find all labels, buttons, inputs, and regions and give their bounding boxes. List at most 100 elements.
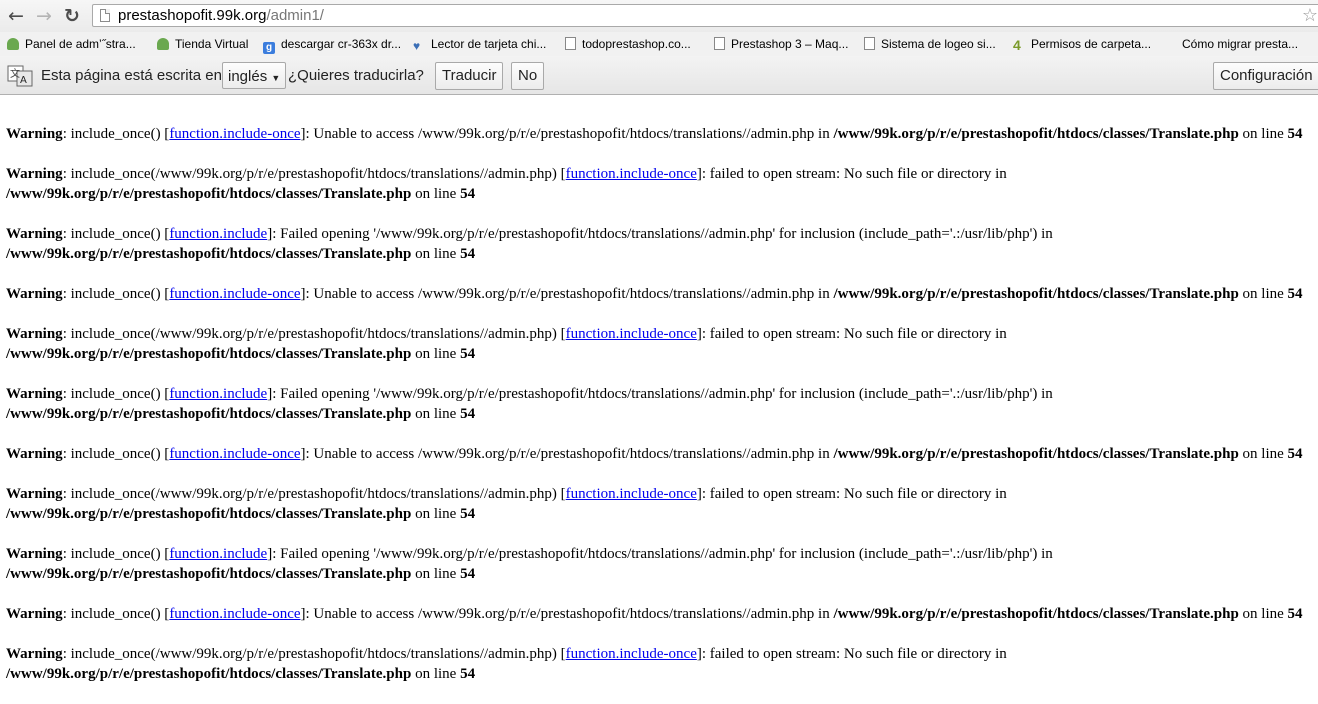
language-select[interactable]: inglés ▼ [222, 62, 287, 89]
bookmark-permisos-carpeta[interactable]: 4 Permisos de carpeta... [1013, 35, 1151, 53]
bookmark-descargar[interactable]: g descargar cr-363x dr... [263, 35, 402, 54]
url-text[interactable]: prestashopofit.99k.org/admin1/ [118, 7, 324, 24]
file-path: /www/99k.org/p/r/e/prestashopofit/htdocs… [6, 406, 412, 422]
line-number: 54 [460, 186, 476, 202]
warning-text: ]: Unable to access /www/99k.org/p/r/e/p… [300, 286, 834, 302]
doc-link[interactable]: function.include-once [169, 286, 300, 302]
doc-link[interactable]: function.include-once [566, 486, 697, 502]
translate-icon: 文 A [7, 65, 33, 87]
bookmark-star-icon[interactable]: ☆ [1302, 5, 1318, 26]
reload-button[interactable]: ↻ [60, 4, 84, 28]
warning-text: : include_once(/www/99k.org/p/r/e/presta… [62, 486, 566, 502]
bookmark-prestashop-3[interactable]: Prestashop 3 – Maq... [714, 35, 848, 53]
warning-text: ]: failed to open stream: No such file o… [696, 166, 1007, 182]
warning-text: : include_once() [ [62, 546, 170, 562]
warning-text: : include_once() [ [62, 386, 170, 402]
page-icon [565, 37, 576, 50]
settings-label: Configuración [1220, 67, 1313, 84]
no-translate-button[interactable]: No [511, 62, 545, 90]
bookmark-como-migrar[interactable]: Cómo migrar presta... [1182, 35, 1298, 53]
bookmark-label: Cómo migrar presta... [1182, 37, 1299, 51]
file-path: /www/99k.org/p/r/e/prestashopofit/htdocs… [833, 446, 1239, 462]
warning-label: Warning [6, 546, 63, 562]
prestashop-icon [157, 38, 169, 50]
translate-button[interactable]: Traducir [435, 62, 504, 90]
forward-arrow-icon: → [36, 5, 52, 27]
page-icon [864, 37, 875, 50]
page-content: Warning: include_once() [function.includ… [6, 124, 1318, 704]
warning-message: Warning: include_once(/www/99k.org/p/r/e… [6, 644, 1318, 684]
file-path: /www/99k.org/p/r/e/prestashopofit/htdocs… [833, 126, 1239, 142]
warning-text: : include_once(/www/99k.org/p/r/e/presta… [62, 646, 566, 662]
doc-link[interactable]: function.include-once [566, 166, 697, 182]
doc-link[interactable]: function.include [169, 546, 267, 562]
on-line-text: on line [411, 186, 461, 202]
forward-button[interactable]: → [32, 4, 56, 28]
bookmark-tienda-virtual[interactable]: Tienda Virtual [157, 35, 248, 53]
warning-text: ]: Failed opening '/www/99k.org/p/r/e/pr… [267, 386, 1053, 402]
browser-chrome: ← → ↻ prestashopofit.99k.org/admin1/ ☆ P… [0, 0, 1318, 95]
line-number: 54 [1287, 286, 1303, 302]
doc-link[interactable]: function.include-once [566, 326, 697, 342]
doc-link[interactable]: function.include-once [169, 126, 300, 142]
bookmark-label: Panel de adm’˝stra... [25, 37, 136, 51]
doc-link[interactable]: function.include-once [566, 646, 697, 662]
file-path: /www/99k.org/p/r/e/prestashopofit/htdocs… [6, 566, 412, 582]
url-path: /admin1/ [266, 7, 324, 24]
back-arrow-icon: ← [8, 5, 24, 27]
on-line-text: on line [1238, 606, 1288, 622]
file-path: /www/99k.org/p/r/e/prestashopofit/htdocs… [6, 346, 412, 362]
bookmark-panel-admin[interactable]: Panel de adm’˝stra... [7, 35, 136, 53]
file-path: /www/99k.org/p/r/e/prestashopofit/htdocs… [6, 506, 412, 522]
warning-label: Warning [6, 646, 63, 662]
doc-link[interactable]: function.include-once [169, 446, 300, 462]
address-bar[interactable]: prestashopofit.99k.org/admin1/ ☆ [92, 4, 1318, 27]
doc-link[interactable]: function.include [169, 386, 267, 402]
warning-message: Warning: include_once() [function.includ… [6, 124, 1318, 144]
warning-label: Warning [6, 226, 63, 242]
url-host: prestashopofit.99k.org [118, 7, 267, 24]
warning-label: Warning [6, 486, 63, 502]
bookmark-label: Sistema de logeo si... [881, 37, 996, 51]
bookmark-sistema-logeo[interactable]: Sistema de logeo si... [864, 35, 996, 53]
line-number: 54 [460, 406, 476, 422]
four-icon: 4 [1013, 37, 1021, 53]
warning-text: ]: Unable to access /www/99k.org/p/r/e/p… [300, 126, 834, 142]
heart-icon: ♥ [413, 39, 421, 53]
page-icon [100, 9, 110, 22]
warning-text: ]: failed to open stream: No such file o… [696, 646, 1007, 662]
doc-link[interactable]: function.include-once [169, 606, 300, 622]
dropdown-arrow-icon: ▼ [271, 73, 281, 83]
warning-message: Warning: include_once() [function.includ… [6, 444, 1318, 464]
file-path: /www/99k.org/p/r/e/prestashopofit/htdocs… [6, 246, 412, 262]
back-button[interactable]: ← [4, 4, 28, 28]
on-line-text: on line [1238, 126, 1288, 142]
doc-link[interactable]: function.include [169, 226, 267, 242]
line-number: 54 [1287, 606, 1303, 622]
bookmark-label: Lector de tarjeta chi... [431, 37, 547, 51]
warning-message: Warning: include_once(/www/99k.org/p/r/e… [6, 164, 1318, 204]
bookmark-lector-tarjeta[interactable]: ♥ Lector de tarjeta chi... [413, 35, 546, 53]
on-line-text: on line [411, 346, 461, 362]
bookmark-label: Permisos de carpeta... [1031, 37, 1152, 51]
warning-text: ]: Unable to access /www/99k.org/p/r/e/p… [300, 446, 834, 462]
warning-text: ]: Failed opening '/www/99k.org/p/r/e/pr… [267, 546, 1053, 562]
on-line-text: on line [411, 246, 461, 262]
translate-settings-button[interactable]: Configuración ▼ [1213, 62, 1318, 90]
line-number: 54 [1287, 126, 1303, 142]
on-line-text: on line [411, 566, 461, 582]
bookmark-label: todoprestashop.co... [582, 37, 691, 51]
svg-text:A: A [20, 75, 27, 86]
warning-text: ]: failed to open stream: No such file o… [696, 486, 1007, 502]
google-icon: g [263, 42, 275, 54]
bookmark-todoprestashop[interactable]: todoprestashop.co... [565, 35, 691, 53]
file-path: /www/99k.org/p/r/e/prestashopofit/htdocs… [833, 606, 1239, 622]
bookmark-label: descargar cr-363x dr... [281, 37, 402, 51]
on-line-text: on line [1238, 286, 1288, 302]
warning-text: : include_once(/www/99k.org/p/r/e/presta… [62, 166, 566, 182]
prestashop-icon [7, 38, 19, 50]
line-number: 54 [460, 246, 476, 262]
line-number: 54 [460, 666, 476, 682]
warning-label: Warning [6, 286, 63, 302]
svg-text:文: 文 [10, 67, 20, 80]
